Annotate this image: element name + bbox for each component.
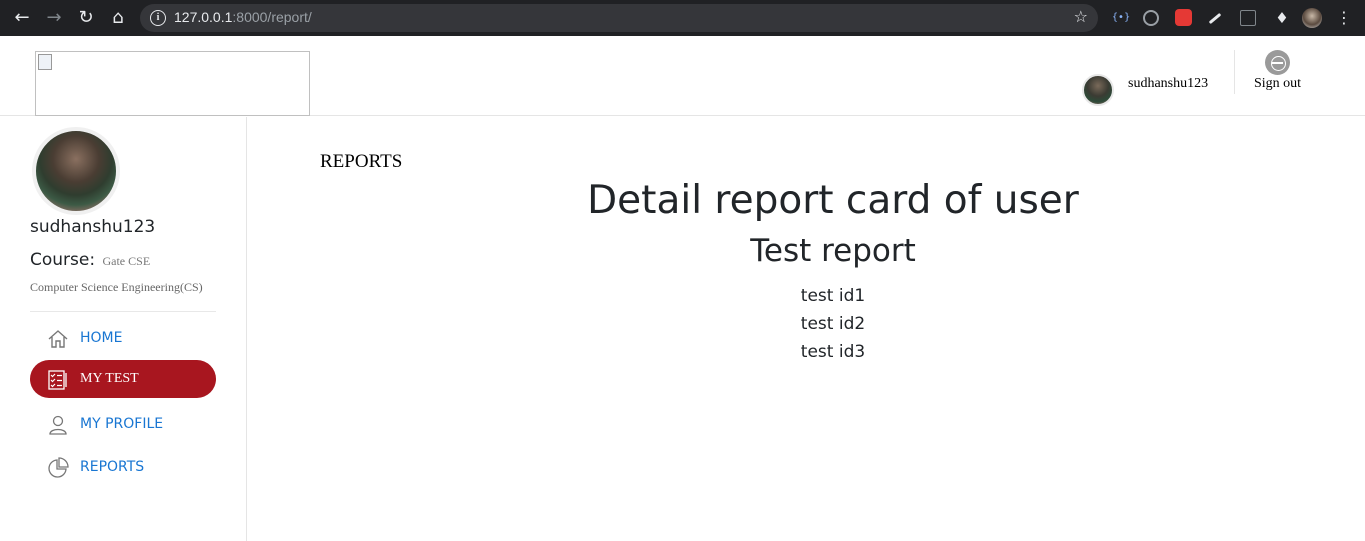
header-username[interactable]: sudhanshu123 — [1128, 76, 1208, 92]
pie-chart-icon — [48, 457, 69, 478]
sidebar-item-label: MY PROFILE — [80, 416, 164, 432]
extension-note-icon[interactable] — [1240, 10, 1256, 26]
header-divider — [1234, 50, 1235, 94]
forward-arrow-icon[interactable]: → — [42, 6, 66, 30]
sidebar-item-label: MY TEST — [80, 371, 139, 386]
extension-json-icon[interactable]: {•} — [1111, 8, 1131, 28]
test-list: test id1 test id2 test id3 — [247, 282, 1365, 366]
sidebar-divider — [30, 311, 216, 312]
home-icon — [48, 330, 68, 348]
sidebar-item-reports[interactable]: REPORTS — [30, 448, 216, 486]
sidebar: sudhanshu123 Course: Gate CSE Computer S… — [0, 117, 247, 541]
list-item: test id1 — [800, 286, 866, 306]
extensions-puzzle-icon[interactable]: ♦ — [1272, 8, 1292, 28]
branch-text: Computer Science Engineering(CS) — [30, 280, 203, 294]
site-logo[interactable] — [35, 51, 310, 116]
course-value: Gate CSE — [102, 254, 151, 268]
profile-avatar — [32, 127, 120, 215]
back-arrow-icon[interactable]: ← — [10, 6, 34, 30]
list-item: test id2 — [800, 314, 866, 334]
list-item: test id3 — [800, 342, 866, 362]
app-header: sudhanshu123 Sign out — [0, 36, 1365, 116]
extension-sync-icon[interactable] — [1143, 10, 1159, 26]
address-url: 127.0.0.1:8000/report/ — [174, 9, 312, 25]
checklist-icon — [48, 370, 67, 390]
sidebar-item-my-profile[interactable]: MY PROFILE — [30, 405, 216, 443]
section-title: REPORTS — [320, 151, 403, 172]
browser-menu-icon[interactable]: ⋮ — [1334, 8, 1354, 28]
profile-username: sudhanshu123 — [30, 217, 156, 237]
sidebar-item-home[interactable]: HOME — [30, 319, 216, 357]
site-info-icon[interactable]: i — [150, 10, 166, 26]
course-label: Course: — [30, 250, 96, 270]
home-browser-icon[interactable]: ⌂ — [106, 6, 130, 30]
address-bar[interactable]: i 127.0.0.1:8000/report/ ☆ — [140, 4, 1098, 32]
course-line: Course: Gate CSE — [30, 250, 150, 270]
broken-image-icon — [38, 54, 52, 70]
user-icon — [49, 415, 67, 435]
bookmark-star-icon[interactable]: ☆ — [1074, 7, 1088, 26]
header-user-avatar[interactable] — [1082, 74, 1114, 106]
report-subtitle: Test report — [750, 233, 916, 269]
extension-pen-icon[interactable] — [1208, 12, 1222, 25]
sidebar-item-label: HOME — [80, 330, 123, 346]
sidebar-item-my-test[interactable]: MY TEST — [30, 360, 216, 398]
extension-red-icon[interactable] — [1175, 9, 1192, 26]
page-title: Detail report card of user — [587, 178, 1079, 223]
sidebar-item-label: REPORTS — [80, 459, 145, 475]
signout-icon[interactable] — [1265, 50, 1290, 75]
reload-icon[interactable]: ↻ — [74, 6, 98, 30]
profile-avatar-icon[interactable] — [1302, 8, 1322, 28]
signout-button[interactable]: Sign out — [1254, 76, 1301, 92]
browser-toolbar: ← → ↻ ⌂ i 127.0.0.1:8000/report/ ☆ {•} ♦… — [0, 0, 1365, 36]
